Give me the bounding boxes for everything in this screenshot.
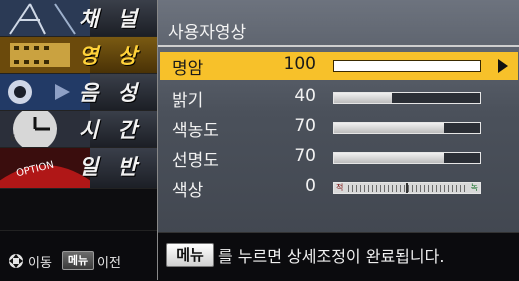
- tint-red-label: 적: [336, 183, 344, 192]
- category-label: 영 상: [79, 44, 143, 68]
- antenna-icon: [0, 0, 90, 36]
- category-column: 채 널 영 상 음 성 6 시 간 OPTION 일 반 이동 메뉴 이전: [0, 0, 157, 281]
- setting-name: 밝기: [172, 91, 204, 111]
- setting-row-brightness[interactable]: 밝기 40: [160, 84, 518, 112]
- sidebar-footer: 이동 메뉴 이전: [0, 230, 157, 281]
- tint-bar[interactable]: 적 녹: [333, 182, 481, 194]
- category-picture[interactable]: 영 상: [0, 37, 157, 74]
- panel-footer: 메뉴 를 누르면 상세조정이 완료됩니다.: [158, 232, 519, 281]
- move-label: 이동: [28, 256, 52, 271]
- menu-button[interactable]: 메뉴: [166, 243, 214, 267]
- category-sound[interactable]: 음 성: [0, 74, 157, 111]
- arrow-right-icon[interactable]: [498, 59, 508, 73]
- picture-settings-panel: 사용자영상 명암 100 밝기 40 색농도 70 선명도 70 색상 0 적 …: [157, 0, 519, 281]
- film-icon: [0, 37, 90, 73]
- setting-value: 100: [283, 54, 316, 74]
- setting-name: 색농도: [172, 121, 219, 141]
- level-fill: [334, 61, 480, 71]
- setting-value: 40: [294, 86, 316, 106]
- prev-label: 이전: [97, 256, 121, 271]
- category-label: 채 널: [79, 7, 143, 31]
- level-bar[interactable]: [333, 92, 481, 104]
- category-general[interactable]: OPTION 일 반: [0, 148, 157, 189]
- category-channel[interactable]: 채 널: [0, 0, 157, 37]
- clock-icon: 6: [0, 111, 90, 147]
- category-time[interactable]: 6 시 간: [0, 111, 157, 148]
- setting-row-color[interactable]: 색농도 70: [160, 114, 518, 142]
- category-label: 시 간: [79, 118, 143, 142]
- level-bar[interactable]: [333, 152, 481, 164]
- category-label: 일 반: [79, 155, 143, 179]
- level-fill: [334, 153, 444, 163]
- tint-green-label: 녹: [470, 183, 478, 192]
- setting-row-sharpness[interactable]: 선명도 70: [160, 144, 518, 172]
- setting-row-contrast[interactable]: 명암 100: [160, 52, 518, 80]
- panel-divider: [158, 45, 519, 47]
- speaker-icon: [0, 74, 90, 110]
- tv-osd-menu: 채 널 영 상 음 성 6 시 간 OPTION 일 반 이동 메뉴 이전 사용…: [0, 0, 519, 281]
- setting-name: 선명도: [172, 151, 219, 171]
- footer-message: 를 누르면 상세조정이 완료됩니다.: [218, 247, 445, 266]
- level-fill: [334, 93, 393, 103]
- setting-name: 명암: [172, 59, 204, 79]
- setting-row-tint[interactable]: 색상 0 적 녹: [160, 174, 518, 202]
- category-label: 음 성: [79, 81, 143, 105]
- level-bar[interactable]: [333, 60, 481, 72]
- menu-key-icon: 메뉴: [62, 251, 94, 270]
- level-bar[interactable]: [333, 122, 481, 134]
- navigate-icon: [9, 254, 23, 268]
- setting-value: 70: [294, 116, 316, 136]
- tint-center-marker: [406, 183, 408, 193]
- setting-value: 70: [294, 146, 316, 166]
- setting-value: 0: [305, 176, 316, 196]
- svg-text:6: 6: [10, 134, 16, 144]
- panel-title: 사용자영상: [168, 23, 247, 43]
- setting-name: 색상: [172, 181, 204, 201]
- level-fill: [334, 123, 444, 133]
